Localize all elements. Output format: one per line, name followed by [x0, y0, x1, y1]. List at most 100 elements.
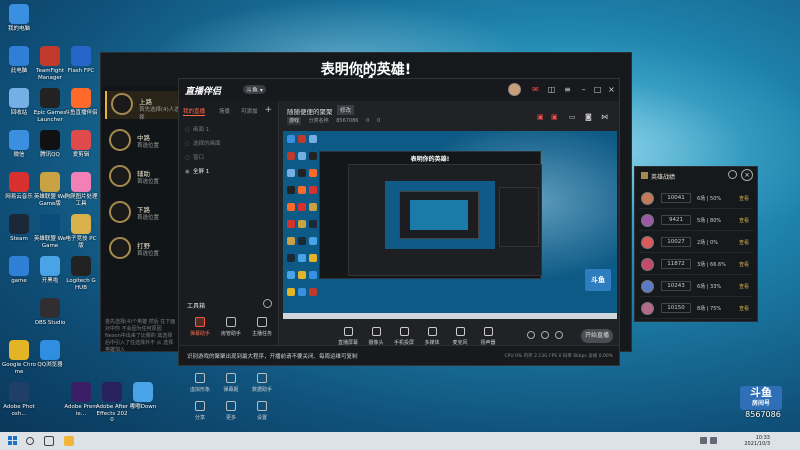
desktop-icon[interactable]: Adobe Premie...	[64, 382, 98, 417]
desktop-icon[interactable]: Epic Games Launcher	[33, 88, 67, 123]
media-button[interactable]: 多媒体	[419, 327, 445, 346]
tool-button[interactable]: 更多	[216, 401, 246, 427]
desktop-icon[interactable]: 爱剪辑	[64, 130, 98, 159]
desktop-icon[interactable]: OBS Studio	[33, 298, 67, 327]
desktop-icon[interactable]: 嘟嘟Down	[126, 382, 160, 411]
chat-icon[interactable]: ▭	[569, 113, 576, 121]
desktop-icon[interactable]: 腾讯QQ	[33, 130, 67, 159]
desktop-icon[interactable]: game	[2, 256, 36, 285]
phone-cast-button[interactable]: 手机投屏	[391, 327, 417, 346]
edit-title-button[interactable]: 修改	[337, 105, 355, 115]
tool-button[interactable]: 弹幕姬	[216, 373, 246, 399]
share-icon[interactable]: ⋈	[601, 113, 608, 121]
desktop-icon[interactable]: 斗鱼直播伴侣	[64, 88, 98, 117]
role-mid[interactable]: 中路 首选位置	[105, 127, 181, 155]
desktop-icon[interactable]: Adobe Photosh...	[2, 382, 36, 417]
tool-button[interactable]: 主播任务	[247, 317, 277, 343]
task-view-icon[interactable]	[44, 436, 54, 446]
view-button[interactable]: 查看	[739, 305, 749, 312]
volume-icon[interactable]	[710, 437, 717, 444]
mail-icon[interactable]: ✉	[531, 85, 540, 94]
desktop-icon-label: Adobe Premie...	[64, 404, 98, 417]
settings-icon[interactable]	[555, 331, 563, 339]
gift-icon[interactable]: ▣	[537, 113, 544, 121]
desktop-icon[interactable]: 英雄联盟 WeGame	[33, 214, 67, 249]
desktop-icon[interactable]: TeamFight Manager	[33, 46, 67, 81]
nested-app-window-2	[399, 191, 479, 239]
microphone-button[interactable]: 麦克风	[447, 327, 473, 346]
view-button[interactable]: 查看	[739, 283, 749, 290]
explorer-icon[interactable]	[64, 436, 74, 446]
view-button[interactable]: 查看	[739, 195, 749, 202]
tab-scene[interactable]: 场景	[219, 107, 230, 115]
tab-my-live[interactable]: 我的直播	[183, 107, 206, 116]
hero-avatar	[641, 236, 654, 249]
tool-button[interactable]: 设置	[247, 401, 277, 427]
start-menu-icon[interactable]	[8, 436, 18, 446]
view-button[interactable]: 查看	[739, 261, 749, 268]
desktop-icon[interactable]: 网易云音乐	[2, 172, 36, 201]
desktop-icon[interactable]: 此电脑	[2, 46, 36, 75]
search-icon[interactable]	[728, 170, 737, 179]
toolbox-settings-icon[interactable]	[263, 299, 272, 308]
desktop-icon[interactable]: 英雄联盟 WeGame版	[33, 172, 67, 207]
desktop-icon[interactable]: Logitech G HUB	[64, 256, 98, 291]
tool-button[interactable]: 房管助手	[216, 317, 246, 343]
tool-button[interactable]: 弹幕助手	[185, 317, 215, 343]
scene-item[interactable]: ◌ 选择的画面	[185, 139, 273, 151]
add-scene-icon[interactable]: +	[264, 105, 272, 115]
role-top[interactable]: 上路 首先选择(4)人选择	[105, 91, 181, 121]
role-jungle[interactable]: 打野 首选位置	[105, 235, 181, 263]
tool-button[interactable]: 分享	[185, 401, 215, 427]
network-icon[interactable]	[700, 437, 707, 444]
scene-item[interactable]: ◌ 窗口	[185, 153, 273, 165]
scene-item[interactable]: ◉ 全屏 1	[185, 167, 273, 179]
search-icon[interactable]	[26, 437, 34, 445]
desktop-icon[interactable]: Flash FPC	[64, 46, 98, 75]
desktop-icon[interactable]: 我的电脑	[2, 4, 36, 33]
eye-icon[interactable]: ◌	[185, 155, 193, 161]
desktop-icon[interactable]: Google Chrome	[2, 340, 36, 375]
screen-capture-button[interactable]: 直播屏幕	[335, 327, 361, 346]
menu-icon[interactable]: ≡	[563, 85, 572, 94]
tab-addable[interactable]: 可添加	[241, 107, 258, 115]
eye-icon[interactable]: ◉	[185, 169, 193, 175]
panel-icon	[641, 172, 648, 179]
hero-stats-panel: 英雄战绩 × 10041 6场 | 50% 查看 9421 5场 | 80% 查看 1002…	[634, 166, 758, 322]
maximize-icon[interactable]: □	[593, 85, 602, 94]
desktop-icon[interactable]: 狗爬图片处理工具	[64, 172, 98, 207]
stream-preview[interactable]: 表明你的英雄! 斗鱼	[283, 131, 617, 319]
speaker-button[interactable]: 扬声器	[475, 327, 501, 346]
red-packet-icon[interactable]: ▣	[551, 113, 558, 121]
desktop-icon[interactable]: 回收站	[2, 88, 36, 117]
category-pill[interactable]: 游戏	[287, 117, 302, 125]
desktop-icon[interactable]: 电子竞技 PC版	[64, 214, 98, 249]
record-icon[interactable]	[527, 331, 535, 339]
visibility-icon[interactable]	[541, 331, 549, 339]
close-icon[interactable]: ×	[741, 169, 753, 181]
start-live-button[interactable]: 开始直播	[581, 329, 613, 343]
role-support[interactable]: 辅助 首选位置	[105, 163, 181, 191]
desktop-icon[interactable]: Steam	[2, 214, 36, 243]
tool-button[interactable]: 虚拟形象	[185, 373, 215, 399]
tool-button[interactable]: 数据助手	[247, 373, 277, 399]
eye-icon[interactable]: ◌	[185, 127, 193, 133]
eye-icon[interactable]: ◌	[185, 141, 193, 147]
shirt-icon[interactable]: ◫	[547, 85, 556, 94]
desktop-icon[interactable]: 微信	[2, 130, 36, 159]
scene-item[interactable]: ◌ 画面 1	[185, 125, 273, 137]
desktop-icon[interactable]: QQ浏览器	[33, 340, 67, 369]
platform-dropdown[interactable]: 斗鱼 ▾	[243, 85, 266, 94]
view-button[interactable]: 查看	[739, 217, 749, 224]
camera-icon[interactable]: ◙	[585, 113, 592, 121]
clock[interactable]: 10:33 2021/10/3	[744, 435, 770, 447]
avatar[interactable]	[508, 83, 521, 96]
view-button[interactable]: 查看	[739, 239, 749, 246]
camera-button[interactable]: 摄像头	[363, 327, 389, 346]
minimize-icon[interactable]: –	[579, 85, 588, 94]
desktop-icon[interactable]: Adobe After Effects 2020	[95, 382, 129, 424]
close-icon[interactable]: ×	[607, 85, 616, 94]
role-bottom[interactable]: 下路 首选位置	[105, 199, 181, 227]
desktop-icon[interactable]: 开黑啦	[33, 256, 67, 285]
desktop-icon-label: 狗爬图片处理工具	[64, 194, 98, 207]
